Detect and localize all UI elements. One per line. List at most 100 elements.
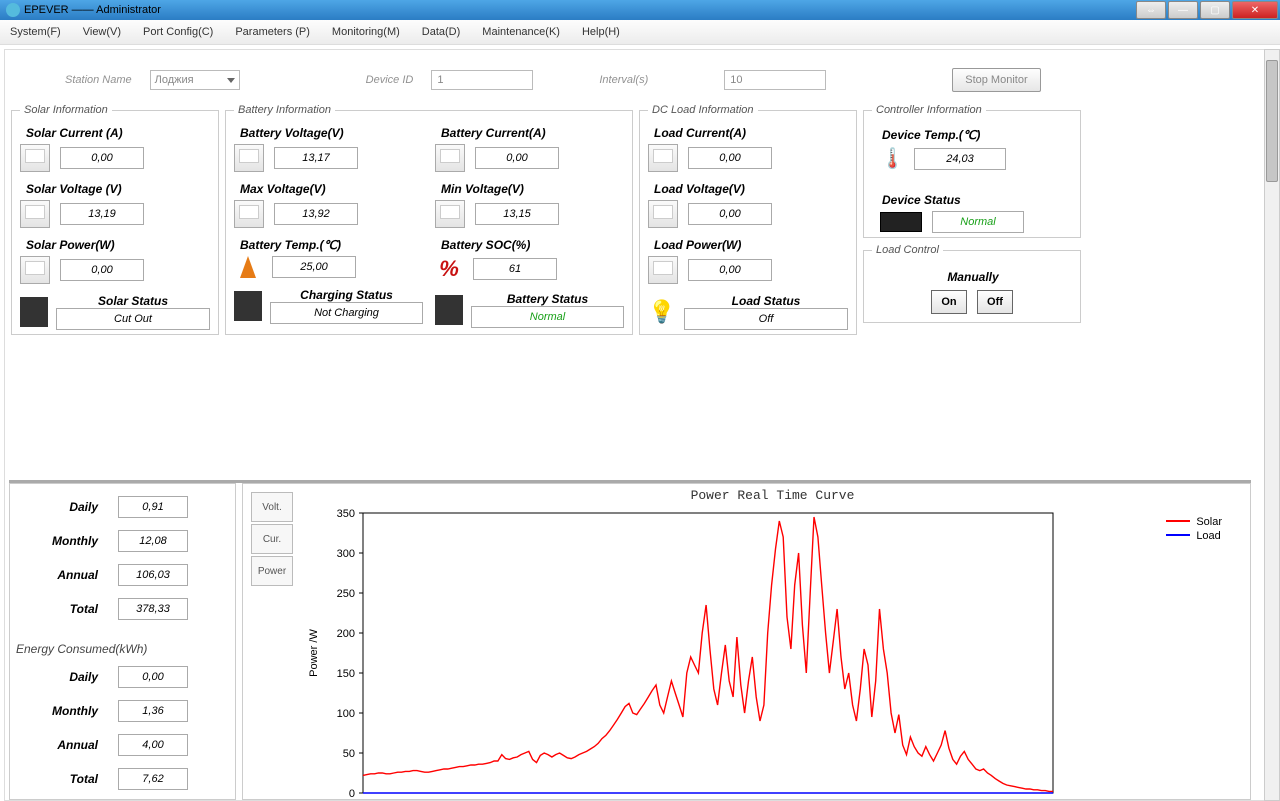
solar-voltage-label: Solar Voltage (V)	[26, 182, 206, 196]
window-maximize-button[interactable]: ▢	[1200, 1, 1230, 19]
menu-data[interactable]: Data(D)	[422, 26, 461, 38]
gauge-icon	[234, 144, 264, 172]
menu-view[interactable]: View(V)	[83, 26, 121, 38]
load-status-value: Off	[684, 308, 848, 330]
legend-solar: Solar	[1196, 516, 1222, 528]
battery-soc-label: Battery SOC(%)	[441, 238, 620, 252]
station-name-label: Station Name	[65, 74, 132, 86]
group-battery: Battery Information Battery Voltage(V) 1…	[225, 104, 633, 335]
device-id-label: Device ID	[366, 74, 414, 86]
load-voltage-value: 0,00	[688, 203, 772, 225]
con-daily-value: 0,00	[118, 666, 188, 688]
battery-status-label: Battery Status	[471, 292, 624, 306]
device-id-field[interactable]: 1	[431, 70, 533, 90]
group-battery-legend: Battery Information	[234, 104, 335, 116]
svg-text:50: 50	[343, 748, 355, 760]
con-total-label: Total	[28, 772, 98, 786]
gauge-icon	[435, 200, 465, 228]
battery-current-label: Battery Current(A)	[441, 126, 620, 140]
gauge-icon	[648, 200, 678, 228]
solar-power-value: 0,00	[60, 259, 144, 281]
battery-icon	[435, 295, 463, 325]
percent-icon: %	[435, 256, 463, 282]
window-minimize-button[interactable]: —	[1168, 1, 1198, 19]
solar-status-label: Solar Status	[56, 294, 210, 308]
group-controller-legend: Controller Information	[872, 104, 986, 116]
interval-label: Interval(s)	[599, 74, 648, 86]
scrollbar-thumb[interactable]	[1266, 60, 1278, 182]
window-close-button[interactable]: ✕	[1232, 1, 1278, 19]
load-current-value: 0,00	[688, 147, 772, 169]
solar-status-value: Cut Out	[56, 308, 210, 330]
stop-monitor-button[interactable]: Stop Monitor	[952, 68, 1040, 92]
load-control-mode: Manually	[878, 270, 1068, 284]
load-status-label: Load Status	[684, 294, 848, 308]
tab-power[interactable]: Power	[251, 556, 293, 586]
load-off-button[interactable]: Off	[977, 290, 1013, 314]
chart-title: Power Real Time Curve	[303, 488, 1242, 503]
menu-port-config[interactable]: Port Config(C)	[143, 26, 213, 38]
battery-voltage-value: 13,17	[274, 147, 358, 169]
con-monthly-value: 1,36	[118, 700, 188, 722]
thermometer-icon: 🌡️	[880, 146, 904, 171]
legend-load: Load	[1196, 530, 1220, 542]
device-temp-value: 24,03	[914, 148, 1006, 170]
gauge-icon	[20, 256, 50, 284]
solar-panel-icon	[20, 297, 48, 327]
load-current-label: Load Current(A)	[654, 126, 844, 140]
gen-total-label: Total	[28, 602, 98, 616]
device-status-label: Device Status	[882, 193, 1072, 207]
tab-volt[interactable]: Volt.	[251, 492, 293, 522]
battery-icon	[234, 291, 262, 321]
con-annual-label: Annual	[28, 738, 98, 752]
app-icon	[6, 3, 20, 17]
interval-field[interactable]: 10	[724, 70, 826, 90]
legend-swatch-solar	[1166, 520, 1190, 522]
gen-monthly-value: 12,08	[118, 530, 188, 552]
interval-value: 10	[730, 74, 742, 86]
battery-temp-label: Battery Temp.(℃)	[240, 238, 419, 252]
menu-system[interactable]: System(F)	[10, 26, 61, 38]
battery-status-value: Normal	[471, 306, 624, 328]
station-name-combo[interactable]: Лоджия	[150, 70, 240, 90]
menu-parameters[interactable]: Parameters (P)	[235, 26, 310, 38]
group-solar: Solar Information Solar Current (A) 0,00…	[11, 104, 219, 335]
chart-panel: Volt. Cur. Power Power Real Time Curve S…	[242, 483, 1251, 800]
menu-monitoring[interactable]: Monitoring(M)	[332, 26, 400, 38]
con-daily-label: Daily	[28, 670, 98, 684]
gen-daily-value: 0,91	[118, 496, 188, 518]
max-voltage-value: 13,92	[274, 203, 358, 225]
load-power-label: Load Power(W)	[654, 238, 844, 252]
window-title: EPEVER —— Administrator	[24, 4, 161, 16]
max-voltage-label: Max Voltage(V)	[240, 182, 419, 196]
group-load: DC Load Information Load Current(A) 0,00…	[639, 104, 857, 335]
svg-text:250: 250	[337, 588, 355, 600]
menu-maintenance[interactable]: Maintenance(K)	[482, 26, 560, 38]
group-load-control-legend: Load Control	[872, 244, 943, 256]
chart-legend: Solar Load	[1166, 516, 1222, 544]
vertical-scrollbar[interactable]	[1264, 49, 1280, 801]
battery-temp-value: 25,00	[272, 256, 356, 278]
group-load-legend: DC Load Information	[648, 104, 758, 116]
tab-cur[interactable]: Cur.	[251, 524, 293, 554]
con-total-value: 7,62	[118, 768, 188, 790]
gen-annual-value: 106,03	[118, 564, 188, 586]
gauge-icon	[648, 256, 678, 284]
bulb-icon: 💡	[648, 299, 676, 325]
energy-consumed-header: Energy Consumed(kWh)	[10, 638, 235, 660]
gauge-icon	[234, 200, 264, 228]
legend-swatch-load	[1166, 534, 1190, 536]
window-restore-alt-button[interactable]: ⇔	[1136, 1, 1166, 19]
main-scrollpane: Station Name Лоджия Device ID 1 Interval…	[4, 49, 1266, 801]
solar-current-label: Solar Current (A)	[26, 126, 206, 140]
menu-help[interactable]: Help(H)	[582, 26, 620, 38]
con-monthly-label: Monthly	[28, 704, 98, 718]
charging-status-label: Charging Status	[270, 288, 423, 302]
energy-panel: Daily 0,91 Monthly 12,08 Annual 106,03 Tota…	[9, 483, 236, 800]
group-solar-legend: Solar Information	[20, 104, 112, 116]
load-on-button[interactable]: On	[931, 290, 967, 314]
load-voltage-label: Load Voltage(V)	[654, 182, 844, 196]
battery-soc-value: 61	[473, 258, 557, 280]
device-status-value: Normal	[932, 211, 1024, 233]
min-voltage-value: 13,15	[475, 203, 559, 225]
